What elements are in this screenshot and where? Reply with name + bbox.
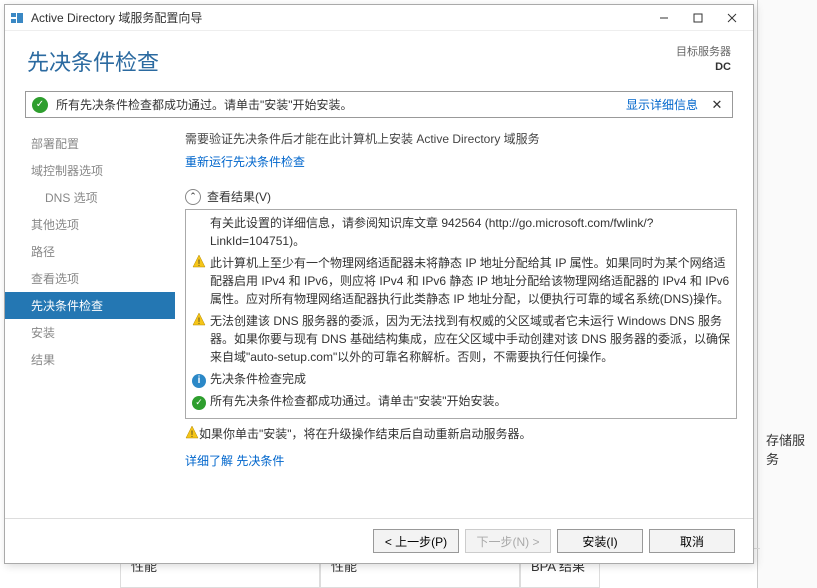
wizard-window: Active Directory 域服务配置向导 先决条件检查 目标服务器 DC…	[4, 4, 754, 564]
restart-warning: ! 如果你单击"安装"，将在升级操作结束后自动重新启动服务器。	[185, 425, 737, 442]
results-header: ⌃ 查看结果(V)	[185, 188, 737, 205]
close-button[interactable]	[715, 7, 749, 29]
result-row: i 先决条件检查完成	[192, 370, 730, 388]
success-icon: ✓	[32, 97, 48, 113]
sidebar-item-2[interactable]: DNS 选项	[5, 184, 175, 211]
notice-close-button[interactable]: ✕	[708, 97, 726, 113]
notice-bar: ✓ 所有先决条件检查都成功通过。请单击"安装"开始安装。 显示详细信息 ✕	[25, 91, 733, 118]
learn-more: 详细了解 先决条件	[185, 452, 737, 469]
warning-icon: !	[192, 254, 206, 268]
window-title: Active Directory 域服务配置向导	[31, 9, 647, 26]
intro-text: 需要验证先决条件后才能在此计算机上安装 Active Directory 域服务	[185, 130, 737, 147]
maximize-button[interactable]	[681, 7, 715, 29]
result-text: 此计算机上至少有一个物理网络适配器未将静态 IP 地址分配给其 IP 属性。如果…	[210, 254, 730, 308]
notice-text: 所有先决条件检查都成功通过。请单击"安装"开始安装。	[56, 96, 626, 113]
target-server-block: 目标服务器 DC	[676, 45, 731, 76]
sidebar-item-0[interactable]: 部署配置	[5, 130, 175, 157]
rerun-check-link[interactable]: 重新运行先决条件检查	[185, 153, 737, 170]
result-row: ! 此计算机上至少有一个物理网络适配器未将静态 IP 地址分配给其 IP 属性。如…	[192, 254, 730, 308]
page-title: 先决条件检查	[27, 45, 676, 77]
results-header-label: 查看结果(V)	[207, 188, 271, 205]
cancel-button[interactable]: 取消	[649, 529, 735, 553]
bg-storage-label: 存储服务	[766, 430, 817, 468]
sidebar-item-7[interactable]: 安装	[5, 319, 175, 346]
success-icon: ✓	[192, 396, 206, 410]
learn-more-link[interactable]: 先决条件	[236, 454, 284, 468]
warning-icon: !	[192, 312, 206, 326]
next-button: 下一步(N) >	[465, 529, 551, 553]
sidebar-item-3[interactable]: 其他选项	[5, 211, 175, 238]
restart-warning-text: 如果你单击"安装"，将在升级操作结束后自动重新启动服务器。	[199, 425, 532, 442]
sidebar-item-5[interactable]: 查看选项	[5, 265, 175, 292]
result-text: 有关此设置的详细信息，请参阅知识库文章 942564 (http://go.mi…	[210, 214, 730, 250]
svg-text:!: !	[198, 258, 201, 268]
result-row: 有关此设置的详细信息，请参阅知识库文章 942564 (http://go.mi…	[192, 214, 730, 250]
target-server-name: DC	[676, 60, 731, 75]
result-row: ! 无法创建该 DNS 服务器的委派，因为无法找到有权威的父区域或者它未运行 Wi…	[192, 312, 730, 366]
footer: < 上一步(P) 下一步(N) > 安装(I) 取消	[5, 518, 753, 563]
collapse-toggle[interactable]: ⌃	[185, 189, 201, 205]
sidebar-item-6: 先决条件检查	[5, 292, 175, 319]
app-icon	[9, 10, 25, 26]
result-row: ✓ 所有先决条件检查都成功通过。请单击"安装"开始安装。	[192, 392, 730, 410]
install-button[interactable]: 安装(I)	[557, 529, 643, 553]
warning-icon: !	[185, 425, 199, 439]
results-box[interactable]: 有关此设置的详细信息，请参阅知识库文章 942564 (http://go.mi…	[185, 209, 737, 419]
titlebar: Active Directory 域服务配置向导	[5, 5, 753, 31]
result-text: 先决条件检查完成	[210, 370, 730, 388]
previous-button[interactable]: < 上一步(P)	[373, 529, 459, 553]
target-server-label: 目标服务器	[676, 45, 731, 60]
main-panel: 需要验证先决条件后才能在此计算机上安装 Active Directory 域服务…	[175, 126, 753, 518]
sidebar-item-8[interactable]: 结果	[5, 346, 175, 373]
show-details-link[interactable]: 显示详细信息	[626, 96, 698, 113]
result-text: 所有先决条件检查都成功通过。请单击"安装"开始安装。	[210, 392, 730, 410]
sidebar-item-4[interactable]: 路径	[5, 238, 175, 265]
minimize-button[interactable]	[647, 7, 681, 29]
sidebar: 部署配置域控制器选项DNS 选项其他选项路径查看选项先决条件检查安装结果	[5, 126, 175, 518]
info-icon: i	[192, 374, 206, 388]
result-text: 无法创建该 DNS 服务器的委派，因为无法找到有权威的父区域或者它未运行 Win…	[210, 312, 730, 366]
svg-text:!: !	[191, 429, 194, 439]
sidebar-item-1[interactable]: 域控制器选项	[5, 157, 175, 184]
svg-text:!: !	[198, 316, 201, 326]
learn-prefix: 详细了解	[185, 454, 236, 468]
header: 先决条件检查 目标服务器 DC	[5, 31, 753, 87]
